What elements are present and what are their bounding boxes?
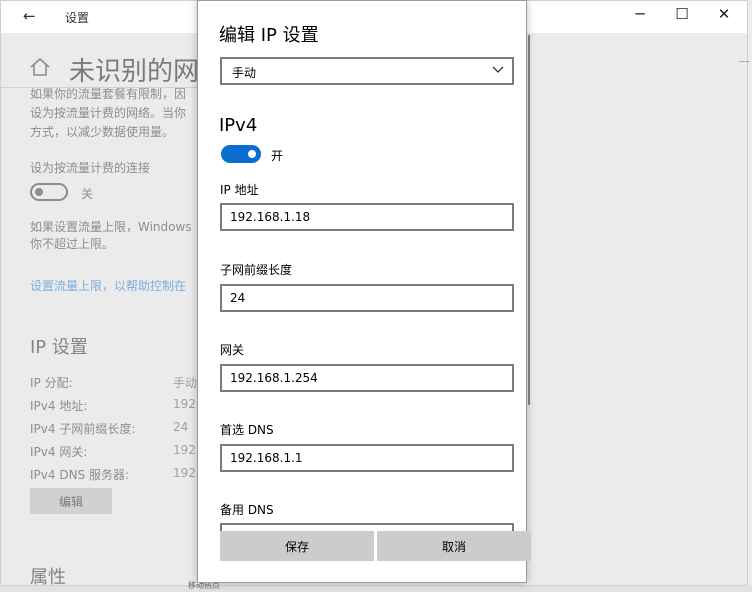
alternate-dns-label: 备用 DNS <box>220 503 274 517</box>
dialog-scrollbar[interactable] <box>528 35 530 405</box>
ip-assignment-value: 手动 <box>173 376 197 390</box>
subnet-prefix-label: 子网前缀长度 <box>220 263 293 277</box>
ip-assignment-label: IP 分配: <box>30 376 73 390</box>
ipv4-dns-label: IPv4 DNS 服务器: <box>30 468 130 482</box>
metered-description: 如果你的流量套餐有限制，因 设为按流量计费的网络。当你 方式，以减少数据使用量。 <box>30 87 187 139</box>
ip-address-input[interactable] <box>220 203 514 231</box>
data-limit-description: 如果设置流量上限，Windows 你不超过上限。 <box>30 220 192 251</box>
metered-toggle-state: 关 <box>81 187 94 201</box>
ipv4-toggle-state: 开 <box>271 149 284 163</box>
metered-connection-label: 设为按流量计费的连接 <box>30 161 151 175</box>
dialog-title: 编辑 IP 设置 <box>219 25 319 46</box>
cancel-button[interactable]: 取消 <box>377 531 531 561</box>
ipv4-address-label: IPv4 地址: <box>30 399 88 413</box>
ipv4-dns-value: 192. <box>173 466 197 480</box>
minimize-button[interactable]: ─ <box>625 5 655 23</box>
ipv4-prefix-label: IPv4 子网前缀长度: <box>30 422 136 436</box>
window-title: 设置 <box>65 11 90 25</box>
edit-ip-button[interactable]: 编辑 <box>30 488 112 514</box>
ip-mode-value: 手动 <box>232 66 257 80</box>
ip-settings-heading: IP 设置 <box>30 337 88 358</box>
ipv4-gateway-value: 192. <box>173 443 197 457</box>
preferred-dns-label: 首选 DNS <box>220 423 274 437</box>
metered-toggle[interactable] <box>30 183 68 201</box>
chevron-down-icon <box>492 66 504 73</box>
ip-mode-select[interactable]: 手动 <box>220 57 514 85</box>
ipv4-toggle[interactable] <box>221 145 261 163</box>
taskbar-strip <box>0 586 752 592</box>
maximize-button[interactable]: ☐ <box>667 5 697 23</box>
gateway-input[interactable] <box>220 364 514 392</box>
ipv4-section-title: IPv4 <box>219 115 258 136</box>
close-button[interactable]: ✕ <box>709 5 739 23</box>
scroll-cut-line <box>1 87 197 88</box>
preferred-dns-input[interactable] <box>220 444 514 472</box>
ipv4-prefix-value: 24 <box>173 420 189 434</box>
page-title: 未识别的网 <box>69 57 200 87</box>
subnet-prefix-input[interactable] <box>220 284 514 312</box>
home-icon[interactable] <box>29 57 51 77</box>
ipv4-gateway-label: IPv4 网关: <box>30 445 88 459</box>
background-fragment-line <box>739 61 749 62</box>
gateway-label: 网关 <box>220 343 245 357</box>
set-data-limit-link[interactable]: 设置流量上限，以帮助控制在 <box>30 277 198 294</box>
ip-address-label: IP 地址 <box>220 183 259 197</box>
edit-ip-dialog: 编辑 IP 设置 手动 IPv4 开 IP 地址 子网前缀长度 网关 首选 DN… <box>197 0 531 583</box>
ipv4-address-value: 192. <box>173 397 197 411</box>
back-arrow-icon[interactable]: ← <box>23 7 36 25</box>
save-button[interactable]: 保存 <box>220 531 374 561</box>
